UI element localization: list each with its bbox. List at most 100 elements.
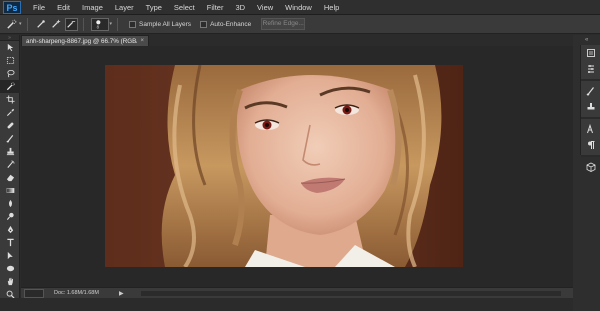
lasso-tool-icon [6, 69, 15, 78]
move-tool[interactable] [0, 41, 20, 54]
svg-text:8: 8 [96, 25, 99, 29]
document-image[interactable] [105, 65, 463, 267]
separator [117, 17, 119, 31]
menu-layer[interactable]: Layer [109, 0, 140, 15]
path-selection-tool[interactable] [0, 249, 20, 262]
character-panel-icon [587, 124, 593, 134]
blur-tool[interactable] [0, 197, 20, 210]
history-brush-tool-icon [6, 160, 14, 168]
sample-all-layers-label: Sample All Layers [139, 20, 192, 28]
status-bar: Doc: 1.68M/1.68M ▶ [21, 287, 573, 298]
clone-source-panel-button[interactable] [581, 99, 600, 115]
menu-select[interactable]: Select [168, 0, 201, 15]
path-selection-tool-icon [7, 251, 13, 260]
collapse-panels-icon[interactable]: « [585, 37, 588, 43]
separator [82, 17, 84, 31]
subtract-from-selection-button[interactable] [64, 17, 78, 31]
move-tool-icon [7, 43, 13, 52]
collapsed-panels-strip [580, 45, 600, 172]
clone-stamp-tool-icon [6, 147, 14, 156]
rectangle-tool[interactable] [0, 262, 20, 275]
zoom-level-field[interactable] [24, 288, 44, 298]
tool-preset-picker[interactable] [4, 18, 18, 31]
brush-tool[interactable] [0, 132, 20, 145]
crop-tool-icon [5, 95, 15, 104]
type-tool-icon [6, 238, 14, 247]
brush-picker-chevron-icon[interactable]: ▾ [110, 21, 113, 27]
canvas-workspace[interactable] [21, 46, 573, 287]
menu-filter[interactable]: Filter [201, 0, 230, 15]
add-to-selection-button[interactable] [50, 18, 63, 31]
3d-panel-button[interactable] [581, 159, 600, 175]
marquee-tool[interactable] [0, 54, 20, 67]
menu-window[interactable]: Window [279, 0, 318, 15]
document-size-info: Doc: 1.68M/1.68M [54, 290, 99, 296]
quick-selection-icon [6, 19, 16, 29]
menu-image[interactable]: Image [76, 0, 109, 15]
healing-brush-tool[interactable] [0, 119, 20, 132]
clone-stamp-tool[interactable] [0, 145, 20, 158]
properties-panel-icon [588, 65, 594, 73]
brush-picker-button[interactable]: 8 [90, 17, 109, 31]
document-tab-title: anh-sharpeng-8867.jpg @ 66.7% (RGB/8) * [26, 37, 138, 45]
status-menu-arrow-icon[interactable]: ▶ [119, 290, 124, 297]
close-icon[interactable]: × [140, 38, 144, 44]
new-selection-button[interactable] [35, 18, 48, 31]
brush-panel-button[interactable] [581, 83, 600, 99]
panel-separator [581, 79, 600, 81]
bottom-strip [0, 298, 600, 311]
crop-tool[interactable] [0, 93, 20, 106]
history-brush-tool[interactable] [0, 158, 20, 171]
refine-edge-button[interactable]: Refine Edge... [261, 18, 306, 30]
brush-panel-icon [586, 87, 594, 96]
tools-panel: » [0, 35, 20, 311]
type-tool[interactable] [0, 236, 20, 249]
horizontal-scrollbar[interactable] [141, 291, 561, 296]
cube-icon [586, 162, 596, 172]
hand-tool-icon [7, 277, 13, 286]
pen-tool-icon [7, 225, 13, 234]
quick-selection-tool-icon [6, 82, 15, 91]
rectangle-tool-icon [6, 265, 14, 272]
menu-3d[interactable]: 3D [229, 0, 251, 15]
options-bar: ▾ 8 ▾ Sample All Layers Auto-Enhance Ref… [0, 15, 600, 34]
eyedropper-tool[interactable] [0, 106, 20, 119]
gradient-tool-icon [6, 188, 14, 193]
document-tab[interactable]: anh-sharpeng-8867.jpg @ 66.7% (RGB/8) * … [21, 35, 149, 46]
blur-tool-icon [8, 199, 12, 208]
clone-source-panel-icon [587, 103, 595, 110]
new-selection-icon [37, 20, 45, 28]
paragraph-panel-icon [588, 141, 595, 149]
paragraph-panel-button[interactable] [581, 137, 600, 153]
hand-tool[interactable] [0, 275, 20, 288]
dodge-tool[interactable] [0, 210, 20, 223]
panel-separator [581, 117, 600, 119]
menu-type[interactable]: Type [140, 0, 168, 15]
auto-enhance-checkbox[interactable] [200, 20, 208, 28]
lasso-tool[interactable] [0, 67, 20, 80]
photoshop-logo: Ps [3, 0, 21, 14]
gradient-tool[interactable] [0, 184, 20, 197]
menu-file[interactable]: File [27, 0, 51, 15]
menu-view[interactable]: View [251, 0, 279, 15]
menu-bar: Ps File Edit Image Layer Type Select Fil… [0, 0, 600, 15]
history-panel-icon [587, 49, 595, 57]
eraser-tool-icon [6, 174, 14, 182]
chevron-down-icon[interactable]: ▾ [19, 21, 22, 27]
add-selection-icon [52, 19, 61, 28]
sample-all-layers-checkbox[interactable] [129, 20, 137, 28]
history-panel-button[interactable] [581, 45, 600, 61]
subtract-selection-icon [67, 21, 76, 28]
brush-tool-icon [6, 134, 13, 143]
character-panel-button[interactable] [581, 121, 600, 137]
auto-enhance-label: Auto-Enhance [210, 20, 252, 28]
eraser-tool[interactable] [0, 171, 20, 184]
healing-brush-tool-icon [7, 122, 13, 129]
quick-selection-tool[interactable] [0, 80, 20, 93]
portrait-photo [105, 65, 463, 267]
menu-help[interactable]: Help [318, 0, 345, 15]
properties-panel-button[interactable] [581, 61, 600, 77]
pen-tool[interactable] [0, 223, 20, 236]
eyedropper-tool-icon [6, 108, 14, 117]
menu-edit[interactable]: Edit [51, 0, 76, 15]
